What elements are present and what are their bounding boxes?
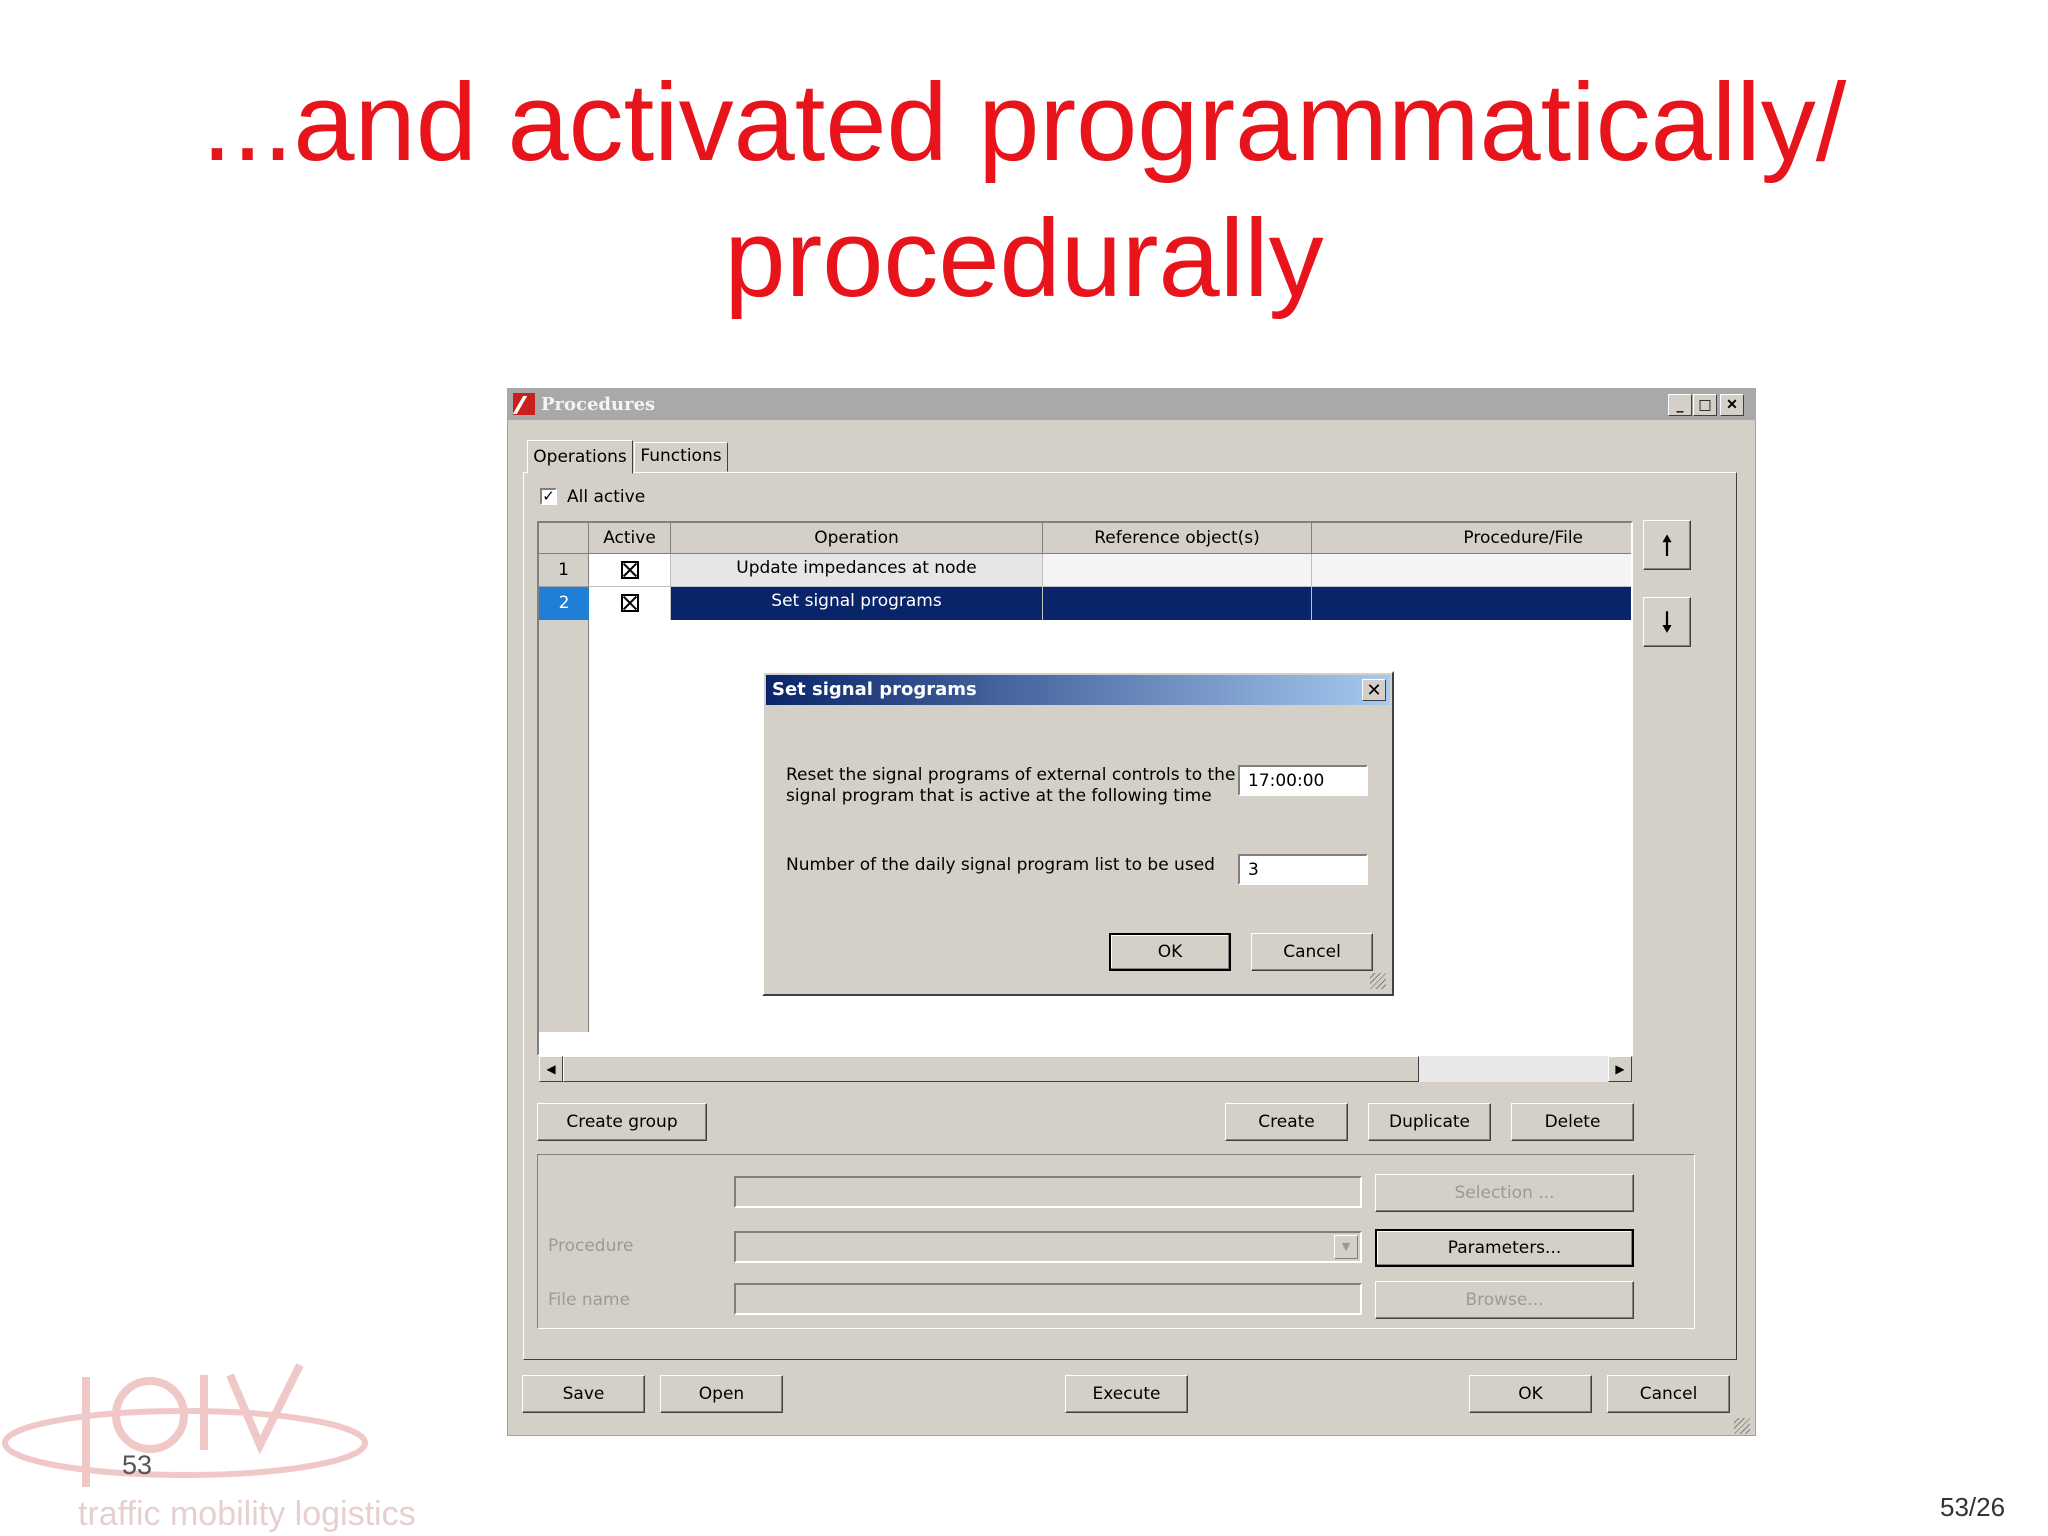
- all-active-checkbox[interactable]: ✓: [540, 488, 557, 505]
- row-number[interactable]: 1: [539, 554, 589, 587]
- save-button[interactable]: Save: [522, 1375, 645, 1413]
- close-icon[interactable]: ✕: [1720, 394, 1744, 416]
- reference-objects-field[interactable]: [734, 1176, 1362, 1208]
- scrollbar-thumb[interactable]: [563, 1056, 1419, 1082]
- delete-button[interactable]: Delete: [1511, 1103, 1634, 1141]
- browse-button[interactable]: Browse...: [1375, 1281, 1634, 1319]
- reset-description: Reset the signal programs of external co…: [786, 765, 1236, 806]
- move-up-arrow-icon[interactable]: 🠕: [1643, 520, 1691, 570]
- dialog-cancel-button[interactable]: Cancel: [1251, 933, 1373, 971]
- table-cell-reference[interactable]: [1043, 587, 1312, 620]
- open-button[interactable]: Open: [660, 1375, 783, 1413]
- resize-grip-icon[interactable]: [1370, 973, 1386, 989]
- all-active-label: All active: [567, 487, 646, 507]
- file-name-label: File name: [548, 1290, 631, 1310]
- window-titlebar[interactable]: Procedures _ □ ✕: [507, 388, 1756, 420]
- slide-number: 53: [122, 1450, 153, 1480]
- selection-button[interactable]: Selection ...: [1375, 1174, 1634, 1212]
- maximize-icon[interactable]: □: [1693, 394, 1717, 416]
- chevron-down-icon[interactable]: ▼: [1334, 1235, 1358, 1259]
- dialog-titlebar[interactable]: Set signal programs ✕: [766, 675, 1390, 705]
- row-header-column: [539, 620, 589, 1032]
- slide-title: ...and activated programmatically/proced…: [201, 61, 1847, 320]
- execute-button[interactable]: Execute: [1065, 1375, 1188, 1413]
- ok-button[interactable]: OK: [1469, 1375, 1592, 1413]
- logo-tagline: traffic mobility logistics: [78, 1495, 416, 1533]
- corner-header: [539, 523, 589, 554]
- table-cell-active[interactable]: [589, 587, 671, 620]
- column-header-operation[interactable]: Operation: [671, 523, 1043, 554]
- table-cell-procedure[interactable]: [1312, 554, 1631, 587]
- table-cell-operation[interactable]: Update impedances at node: [671, 554, 1043, 587]
- table-cell-reference[interactable]: [1043, 554, 1312, 587]
- dialog-ok-button[interactable]: OK: [1109, 933, 1231, 971]
- tab-functions[interactable]: Functions: [634, 442, 728, 472]
- column-header-active[interactable]: Active: [589, 523, 671, 554]
- cancel-button[interactable]: Cancel: [1607, 1375, 1730, 1413]
- scroll-left-icon[interactable]: ◀: [539, 1056, 563, 1082]
- move-down-arrow-icon[interactable]: 🠗: [1643, 597, 1691, 647]
- minimize-icon[interactable]: _: [1668, 394, 1692, 416]
- duplicate-button[interactable]: Duplicate: [1368, 1103, 1491, 1141]
- table-cell-procedure[interactable]: [1312, 587, 1631, 620]
- column-header-reference[interactable]: Reference object(s): [1043, 523, 1312, 554]
- window-title: Procedures: [541, 394, 656, 415]
- table-cell-active[interactable]: [589, 554, 671, 587]
- parameters-button[interactable]: Parameters...: [1375, 1229, 1634, 1267]
- horizontal-scrollbar[interactable]: ◀ ▶: [539, 1056, 1632, 1082]
- scroll-right-icon[interactable]: ▶: [1608, 1056, 1632, 1082]
- page-counter: 53/26: [1940, 1492, 2006, 1522]
- window-resize-grip-icon[interactable]: [1734, 1418, 1750, 1434]
- procedure-dropdown[interactable]: ▼: [734, 1231, 1362, 1263]
- list-number-input[interactable]: [1238, 854, 1368, 885]
- dialog-title: Set signal programs: [772, 679, 977, 700]
- list-number-label: Number of the daily signal program list …: [786, 855, 1215, 875]
- set-signal-programs-dialog: Set signal programs ✕ Reset the signal p…: [762, 671, 1394, 996]
- file-name-field[interactable]: [734, 1283, 1362, 1315]
- tab-operations[interactable]: Operations: [527, 440, 633, 474]
- active-checkbox[interactable]: [621, 594, 639, 612]
- reset-time-input[interactable]: [1238, 765, 1368, 796]
- create-button[interactable]: Create: [1225, 1103, 1348, 1141]
- procedure-label: Procedure: [548, 1236, 634, 1256]
- column-header-procedure[interactable]: Procedure/File: [1312, 523, 1631, 554]
- create-group-button[interactable]: Create group: [537, 1103, 707, 1141]
- row-number[interactable]: 2: [539, 587, 589, 620]
- app-logo-icon: [513, 393, 535, 415]
- active-checkbox[interactable]: [621, 561, 639, 579]
- table-cell-operation[interactable]: Set signal programs: [671, 587, 1043, 620]
- dialog-close-icon[interactable]: ✕: [1362, 679, 1386, 701]
